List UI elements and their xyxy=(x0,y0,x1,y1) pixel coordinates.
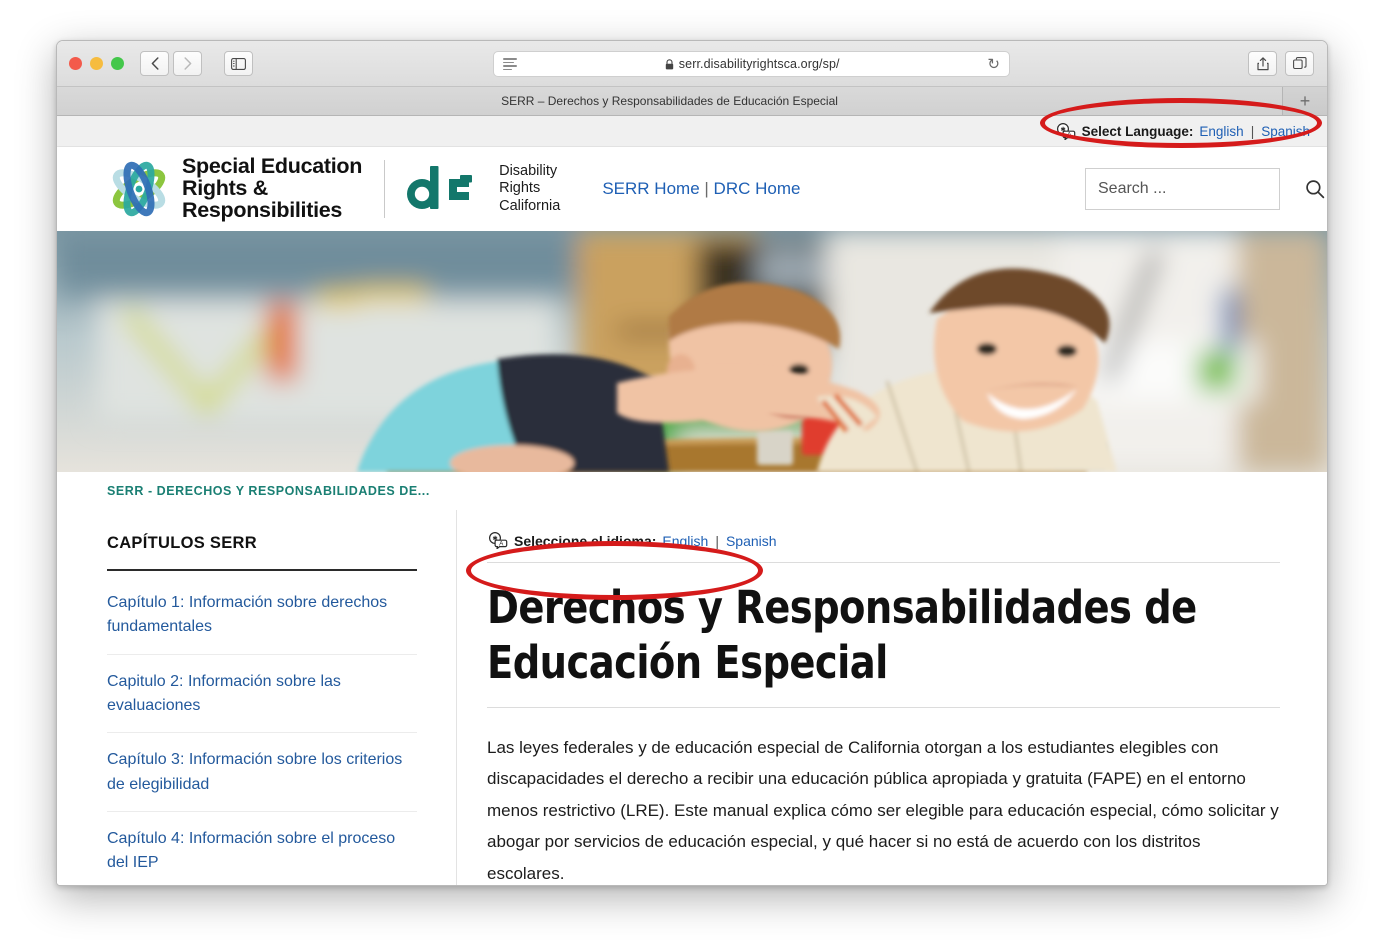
serr-logo-line-2: Rights & xyxy=(182,176,268,201)
window-controls[interactable] xyxy=(69,57,124,70)
serr-logo-line-3: Responsibilities xyxy=(182,197,343,222)
search-input[interactable] xyxy=(1098,180,1305,198)
page-title: Derechos y Responsabilidades de Educació… xyxy=(487,581,1197,689)
address-bar[interactable]: serr.disabilityrightsca.org/sp/ ↻ xyxy=(493,51,1010,77)
nav-serr-home-link[interactable]: SERR Home xyxy=(602,179,699,198)
serr-star-icon xyxy=(107,160,171,218)
lock-icon xyxy=(665,58,673,69)
sidebar-toggle-icon[interactable] xyxy=(224,51,253,76)
toolbar-right-buttons[interactable] xyxy=(1248,51,1315,76)
title-divider xyxy=(487,706,1280,708)
screenshot-stage: serr.disabilityrightsca.org/sp/ ↻ SERR –… xyxy=(0,0,1384,946)
logo-divider xyxy=(384,160,386,218)
sidebar-item-chapter-2[interactable]: Capitulo 2: Información sobre las evalua… xyxy=(107,655,417,734)
drc-logo-line-1: Disability xyxy=(499,163,558,180)
site-header: Special Education Rights & Responsibilit… xyxy=(57,147,1327,231)
language-english-link[interactable]: English xyxy=(1199,124,1243,139)
main-language-selector: ✱ A Seleccione el idioma: English | Span… xyxy=(487,532,1280,562)
web-page: ✱ A Select Language: English | Spanish S… xyxy=(57,116,1327,885)
drc-logo[interactable]: Disability Rights California xyxy=(405,163,560,214)
sidebar-item-chapter-1[interactable]: Capítulo 1: Información sobre derechos f… xyxy=(107,577,417,655)
sidebar-item-chapter-4[interactable]: Capítulo 4: Información sobre el proceso… xyxy=(107,812,417,885)
serr-logo[interactable]: Special Education Rights & Responsibilit… xyxy=(107,154,363,222)
main-content: ✱ A Seleccione el idioma: English | Span… xyxy=(457,510,1327,885)
url-text-wrapper: serr.disabilityrightsca.org/sp/ xyxy=(517,57,987,71)
drc-logo-line-2: Rights xyxy=(499,180,541,197)
translate-icon: ✱ A xyxy=(487,532,508,549)
select-language-label: Select Language: xyxy=(1081,123,1194,139)
drc-mark-icon xyxy=(405,166,489,211)
main-language-spanish-link[interactable]: Spanish xyxy=(726,533,777,549)
main-language-separator: | xyxy=(715,532,719,549)
sidebar-divider xyxy=(107,569,417,571)
sidebar: CAPÍTULOS SERR Capítulo 1: Información s… xyxy=(57,510,457,885)
language-separator: | xyxy=(1250,123,1255,139)
header-navigation: SERR Home | DRC Home xyxy=(602,179,800,199)
search-box[interactable] xyxy=(1085,168,1325,210)
select-language-group: ✱ A Select Language: English | Spanish xyxy=(1055,122,1310,140)
nav-drc-home-link[interactable]: DRC Home xyxy=(714,179,801,198)
forward-chevron-icon[interactable] xyxy=(173,51,202,76)
sidebar-item-chapter-3[interactable]: Capítulo 3: Información sobre los criter… xyxy=(107,733,417,812)
sidebar-title: CAPÍTULOS SERR xyxy=(107,534,257,552)
translate-icon: ✱ A xyxy=(1055,122,1076,140)
breadcrumb-current[interactable]: SERR - DERECHOS Y RESPONSABILIDADES DE..… xyxy=(107,484,430,498)
drc-logo-text: Disability Rights California xyxy=(499,163,560,214)
tab-bar: SERR – Derechos y Responsabilidades de E… xyxy=(57,87,1327,116)
url-text: serr.disabilityrightsca.org/sp/ xyxy=(678,57,840,71)
intro-paragraph: Las leyes federales y de educación espec… xyxy=(487,737,1279,883)
breadcrumb: SERR - DERECHOS Y RESPONSABILIDADES DE..… xyxy=(57,472,1327,510)
maximize-window-button[interactable] xyxy=(111,57,124,70)
share-icon[interactable] xyxy=(1248,51,1277,76)
main-language-label: Seleccione el idioma: xyxy=(514,532,657,549)
browser-toolbar: serr.disabilityrightsca.org/sp/ ↻ xyxy=(57,41,1327,87)
svg-text:A: A xyxy=(499,540,504,547)
serr-logo-line-1: Special Education xyxy=(182,154,363,179)
hero-image xyxy=(57,231,1327,472)
search-icon[interactable] xyxy=(1305,179,1325,199)
svg-text:A: A xyxy=(1067,131,1072,138)
tab-overview-icon[interactable] xyxy=(1285,51,1314,76)
back-chevron-icon[interactable] xyxy=(140,51,169,76)
close-window-button[interactable] xyxy=(69,57,82,70)
main-language-english-link[interactable]: English xyxy=(662,533,708,549)
page-content: CAPÍTULOS SERR Capítulo 1: Información s… xyxy=(57,510,1327,885)
reader-view-icon[interactable] xyxy=(503,58,517,70)
browser-tab[interactable]: SERR – Derechos y Responsabilidades de E… xyxy=(57,87,1283,115)
navigation-buttons[interactable] xyxy=(140,51,203,76)
new-tab-button[interactable]: + xyxy=(1283,87,1327,115)
drc-logo-line-3: California xyxy=(499,197,561,214)
serr-logo-text: Special Education Rights & Responsibilit… xyxy=(182,154,363,222)
nav-separator: | xyxy=(704,179,709,198)
site-language-bar: ✱ A Select Language: English | Spanish xyxy=(57,116,1327,147)
language-spanish-link[interactable]: Spanish xyxy=(1261,124,1310,139)
reload-icon[interactable]: ↻ xyxy=(987,55,1000,73)
hero-illustration xyxy=(57,231,1327,472)
browser-window: serr.disabilityrightsca.org/sp/ ↻ SERR –… xyxy=(56,40,1328,886)
minimize-window-button[interactable] xyxy=(90,57,103,70)
